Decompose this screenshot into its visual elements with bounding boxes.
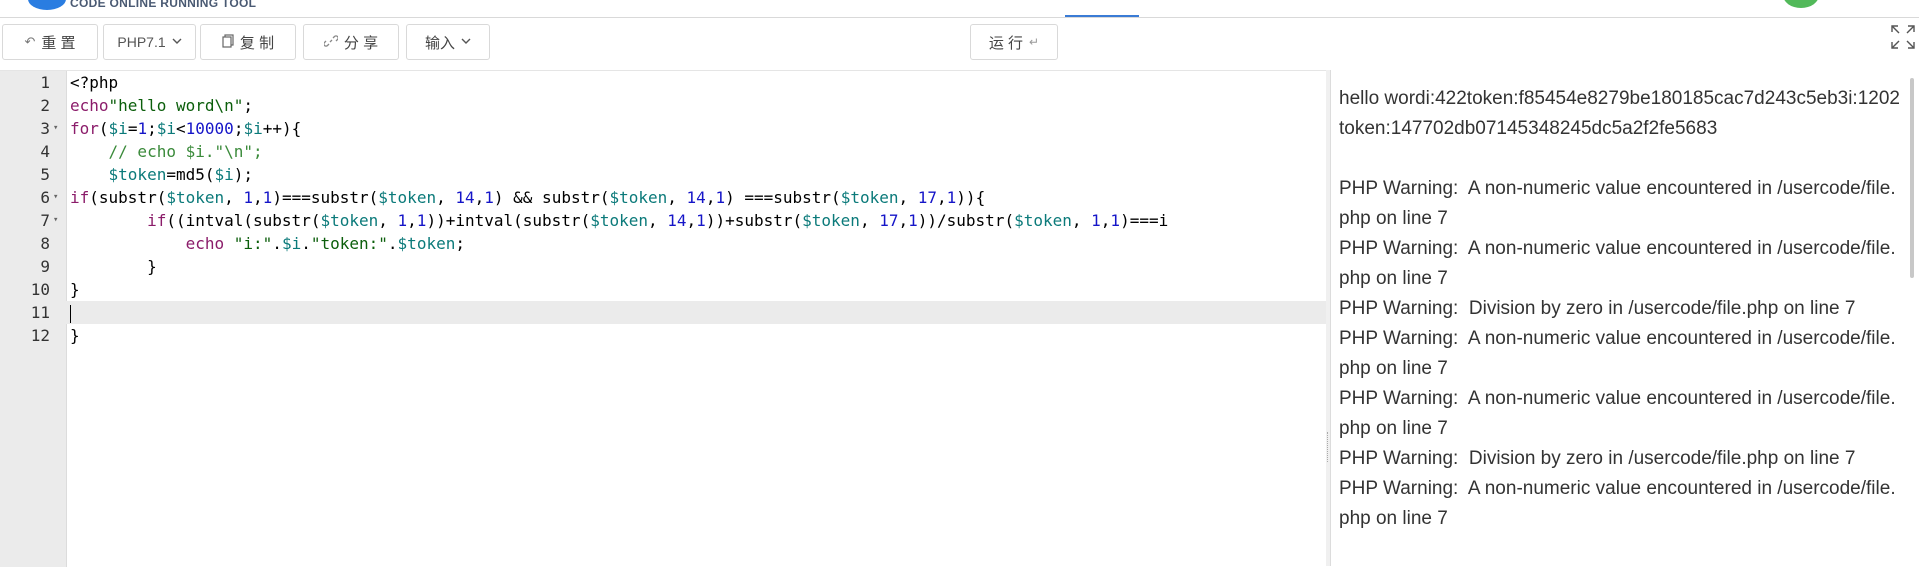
chevron-down-icon <box>172 36 182 48</box>
code-line[interactable]: 4 // echo $i."\n"; <box>0 140 1326 163</box>
run-button[interactable]: 运 行 ↵ <box>970 24 1058 60</box>
code-text[interactable] <box>70 301 1320 324</box>
reset-label: 重 置 <box>41 34 76 52</box>
code-line[interactable]: 10} <box>0 278 1326 301</box>
output-line: PHP Warning: Division by zero in /userco… <box>1339 298 1856 319</box>
code-text[interactable]: if((intval(substr($token, 1,1))+intval(s… <box>70 209 1320 232</box>
line-number: 8 <box>40 234 50 253</box>
code-line[interactable]: 7 ▾ if((intval(substr($token, 1,1))+intva… <box>0 209 1326 232</box>
line-number: 9 <box>40 257 50 276</box>
code-lines[interactable]: 1 <?php 2 echo"hello word\n"; 3 ▾ for($i=1;$i<… <box>0 71 1326 347</box>
code-text[interactable]: } <box>70 278 1320 301</box>
logo-icon <box>28 0 66 10</box>
code-line[interactable]: 11 <box>0 301 1326 324</box>
toolbar: ↶ 重 置 PHP7.1 复 制 分 享 输入 运 行 ↵ <box>0 18 1919 68</box>
code-text[interactable]: echo "i:".$i."token:".$token; <box>70 232 1320 255</box>
output-line: PHP Warning: A non-numeric value encount… <box>1339 478 1896 529</box>
run-label: 运 行 <box>988 34 1024 52</box>
language-label: PHP7.1 <box>117 34 166 50</box>
output-line: PHP Warning: A non-numeric value encount… <box>1339 388 1896 439</box>
line-number: 7 <box>40 211 50 230</box>
code-line[interactable]: 8 echo "i:".$i."token:".$token; <box>0 232 1326 255</box>
undo-icon: ↶ <box>24 34 36 49</box>
code-line[interactable]: 6 ▾ if(substr($token, 1,1)===substr($token… <box>0 186 1326 209</box>
code-text[interactable]: $token=md5($i); <box>70 163 1320 186</box>
code-editor[interactable]: 1 <?php 2 echo"hello word\n"; 3 ▾ for($i=1;$i<… <box>0 70 1326 567</box>
input-button[interactable]: 输入 <box>406 24 490 60</box>
code-line[interactable]: 2 echo"hello word\n"; <box>0 94 1326 117</box>
code-text[interactable]: } <box>70 324 1320 347</box>
output-line: PHP Warning: A non-numeric value encount… <box>1339 328 1896 379</box>
line-number: 6 <box>40 188 50 207</box>
line-number: 3 <box>40 119 50 138</box>
language-select[interactable]: PHP7.1 <box>103 24 196 60</box>
line-number: 4 <box>40 142 50 161</box>
fullscreen-icon[interactable] <box>1890 24 1916 50</box>
reset-button[interactable]: ↶ 重 置 <box>2 24 98 60</box>
output-line: PHP Warning: A non-numeric value encount… <box>1339 238 1896 289</box>
logo-text: CODE ONLINE RUNNING TOOL <box>70 0 257 10</box>
output-line: hello wordi:422token:f85454e8279be180185… <box>1339 88 1900 139</box>
code-line[interactable]: 3 ▾ for($i=1;$i<10000;$i++){ <box>0 117 1326 140</box>
line-number: 11 <box>30 303 50 322</box>
code-text[interactable]: for($i=1;$i<10000;$i++){ <box>70 117 1320 140</box>
output-text: hello wordi:422token:f85454e8279be180185… <box>1339 84 1903 534</box>
line-number: 2 <box>40 96 50 115</box>
site-header: CODE ONLINE RUNNING TOOL <box>0 0 1919 18</box>
fold-toggle-icon[interactable]: ▾ <box>53 186 58 209</box>
enter-icon: ↵ <box>1029 35 1040 49</box>
line-number: 12 <box>30 326 50 345</box>
code-text[interactable]: echo"hello word\n"; <box>70 94 1320 117</box>
link-icon <box>323 34 339 51</box>
input-label: 输入 <box>424 34 455 52</box>
avatar[interactable] <box>1783 0 1819 8</box>
code-text[interactable]: if(substr($token, 1,1)===substr($token, … <box>70 186 1320 209</box>
output-line: PHP Warning: Division by zero in /userco… <box>1339 448 1856 469</box>
fold-toggle-icon[interactable]: ▾ <box>53 209 58 232</box>
line-number: 5 <box>40 165 50 184</box>
code-line[interactable]: 1 <?php <box>0 71 1326 94</box>
output-scrollbar[interactable] <box>1910 78 1914 278</box>
fold-toggle-icon[interactable]: ▾ <box>53 117 58 140</box>
code-text[interactable]: <?php <box>70 71 1320 94</box>
chevron-down-icon <box>461 36 471 48</box>
copy-icon <box>222 33 234 51</box>
code-text[interactable]: } <box>70 255 1320 278</box>
output-panel: hello wordi:422token:f85454e8279be180185… <box>1330 70 1919 566</box>
code-line[interactable]: 9 } <box>0 255 1326 278</box>
line-number: 1 <box>40 73 50 92</box>
text-cursor <box>70 304 71 323</box>
line-number: 10 <box>30 280 50 299</box>
code-text[interactable]: // echo $i."\n"; <box>70 140 1320 163</box>
code-line[interactable]: 5 $token=md5($i); <box>0 163 1326 186</box>
share-label: 分 享 <box>343 34 379 52</box>
output-line: PHP Warning: A non-numeric value encount… <box>1339 178 1896 229</box>
code-line[interactable]: 12} <box>0 324 1326 347</box>
copy-label: 复 制 <box>239 34 275 52</box>
share-button[interactable]: 分 享 <box>303 24 399 60</box>
copy-button[interactable]: 复 制 <box>200 24 296 60</box>
